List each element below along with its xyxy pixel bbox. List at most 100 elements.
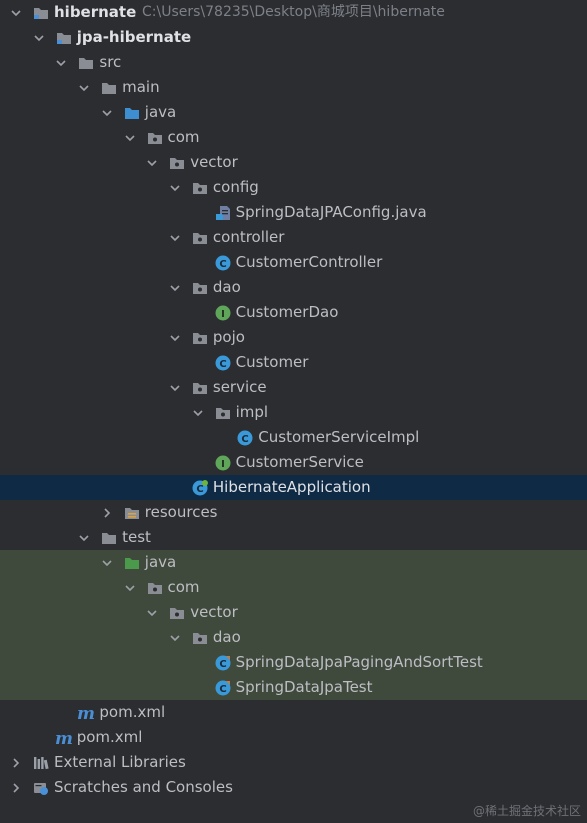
tree-row[interactable]: main (0, 75, 587, 100)
package-icon (191, 629, 209, 647)
tree-row[interactable]: C CustomerServiceImpl (0, 425, 587, 450)
chevron-down-icon[interactable] (145, 156, 159, 170)
chevron-right-icon[interactable] (100, 506, 114, 520)
tree-row[interactable]: C HibernateApplication (0, 475, 587, 500)
chevron-right-icon[interactable] (9, 781, 23, 795)
class-icon: C (236, 429, 254, 447)
tree-node-label: controller (212, 228, 285, 246)
tree-node-label: java (144, 103, 177, 121)
tree-row[interactable]: resources (0, 500, 587, 525)
tree-row[interactable]: com (0, 125, 587, 150)
tree-row[interactable]: test (0, 525, 587, 550)
tree-row[interactable]: m pom.xml (0, 725, 587, 750)
project-folder-icon (32, 4, 50, 22)
tree-row[interactable]: dao (0, 625, 587, 650)
package-icon (191, 279, 209, 297)
tree-row[interactable]: C Customer (0, 350, 587, 375)
source-root-folder-icon (123, 104, 141, 122)
maven-icon: m (77, 704, 95, 722)
tree-row[interactable]: pojo (0, 325, 587, 350)
tree-node-label: impl (235, 403, 269, 421)
tree-row-root[interactable]: hibernate C:\Users\78235\Desktop\商城项目\hib… (0, 0, 587, 25)
chevron-down-icon[interactable] (145, 606, 159, 620)
tree-row[interactable]: I CustomerService (0, 450, 587, 475)
package-icon (191, 229, 209, 247)
chevron-down-icon[interactable] (32, 31, 46, 45)
tree-node-label: resources (144, 503, 218, 521)
svg-text:I: I (221, 459, 225, 470)
chevron-down-icon[interactable] (100, 106, 114, 120)
svg-text:C: C (219, 684, 226, 695)
chevron-down-icon[interactable] (168, 181, 182, 195)
tree-row[interactable]: java (0, 100, 587, 125)
chevron-down-icon[interactable] (54, 56, 68, 70)
java-file-icon (214, 204, 232, 222)
watermark: @稀土掘金技术社区 (472, 804, 581, 818)
tree-row[interactable]: java (0, 550, 587, 575)
package-icon (191, 179, 209, 197)
resources-folder-icon (123, 504, 141, 522)
tree-row[interactable]: External Libraries (0, 750, 587, 775)
tree-node-label: hibernate (54, 3, 137, 21)
chevron-down-icon[interactable] (77, 531, 91, 545)
tree-row[interactable]: vector (0, 150, 587, 175)
chevron-down-icon[interactable] (123, 131, 137, 145)
tree-node-label: Customer (235, 353, 309, 371)
svg-text:m: m (55, 729, 73, 747)
tree-row[interactable]: impl (0, 400, 587, 425)
chevron-down-icon[interactable] (100, 556, 114, 570)
tree-node-label: vector (190, 153, 238, 171)
scratches-icon (32, 779, 50, 797)
chevron-down-icon[interactable] (77, 81, 91, 95)
svg-text:C: C (219, 359, 226, 370)
tree-row[interactable]: m pom.xml (0, 700, 587, 725)
tree-row[interactable]: src (0, 50, 587, 75)
tree-node-label: com (167, 128, 200, 146)
chevron-right-icon[interactable] (9, 756, 23, 770)
chevron-down-icon[interactable] (168, 281, 182, 295)
tree-node-label: External Libraries (54, 753, 186, 771)
tree-row[interactable]: SpringDataJPAConfig.java (0, 200, 587, 225)
package-icon (168, 604, 186, 622)
tree-row[interactable]: controller (0, 225, 587, 250)
chevron-down-icon[interactable] (168, 381, 182, 395)
tree-row[interactable]: C CustomerController (0, 250, 587, 275)
chevron-down-icon[interactable] (168, 631, 182, 645)
svg-text:m: m (77, 704, 95, 722)
spring-boot-class-icon: C (191, 479, 209, 497)
test-class-icon: C (214, 654, 232, 672)
package-icon (146, 129, 164, 147)
class-icon: C (214, 254, 232, 272)
tree-node-label: CustomerServiceImpl (258, 428, 420, 446)
package-icon (146, 579, 164, 597)
svg-text:C: C (242, 434, 249, 445)
tree-node-label: SpringDataJPAConfig.java (235, 203, 427, 221)
module-folder-icon (55, 29, 73, 47)
tree-node-label: jpa-hibernate (76, 28, 192, 46)
tree-row[interactable]: vector (0, 600, 587, 625)
tree-row[interactable]: com (0, 575, 587, 600)
chevron-down-icon[interactable] (123, 581, 137, 595)
maven-icon: m (55, 729, 73, 747)
tree-node-label: CustomerDao (235, 303, 339, 321)
tree-node-label: test (122, 528, 151, 546)
tree-row[interactable]: Scratches and Consoles (0, 775, 587, 800)
tree-row[interactable]: C SpringDataJpaTest (0, 675, 587, 700)
tree-row[interactable]: jpa-hibernate (0, 25, 587, 50)
class-icon: C (214, 354, 232, 372)
chevron-down-icon[interactable] (168, 331, 182, 345)
tree-node-label: com (167, 578, 200, 596)
chevron-down-icon[interactable] (9, 6, 23, 20)
tree-row[interactable]: config (0, 175, 587, 200)
chevron-down-icon[interactable] (191, 406, 205, 420)
chevron-down-icon[interactable] (168, 231, 182, 245)
tree-row[interactable]: I CustomerDao (0, 300, 587, 325)
package-icon (214, 404, 232, 422)
tree-node-label: main (122, 78, 160, 96)
tree-node-label: java (144, 553, 177, 571)
tree-row[interactable]: dao (0, 275, 587, 300)
tree-row[interactable]: C SpringDataJpaPagingAndSortTest (0, 650, 587, 675)
tree-row[interactable]: service (0, 375, 587, 400)
interface-icon: I (214, 454, 232, 472)
svg-text:C: C (219, 259, 226, 270)
